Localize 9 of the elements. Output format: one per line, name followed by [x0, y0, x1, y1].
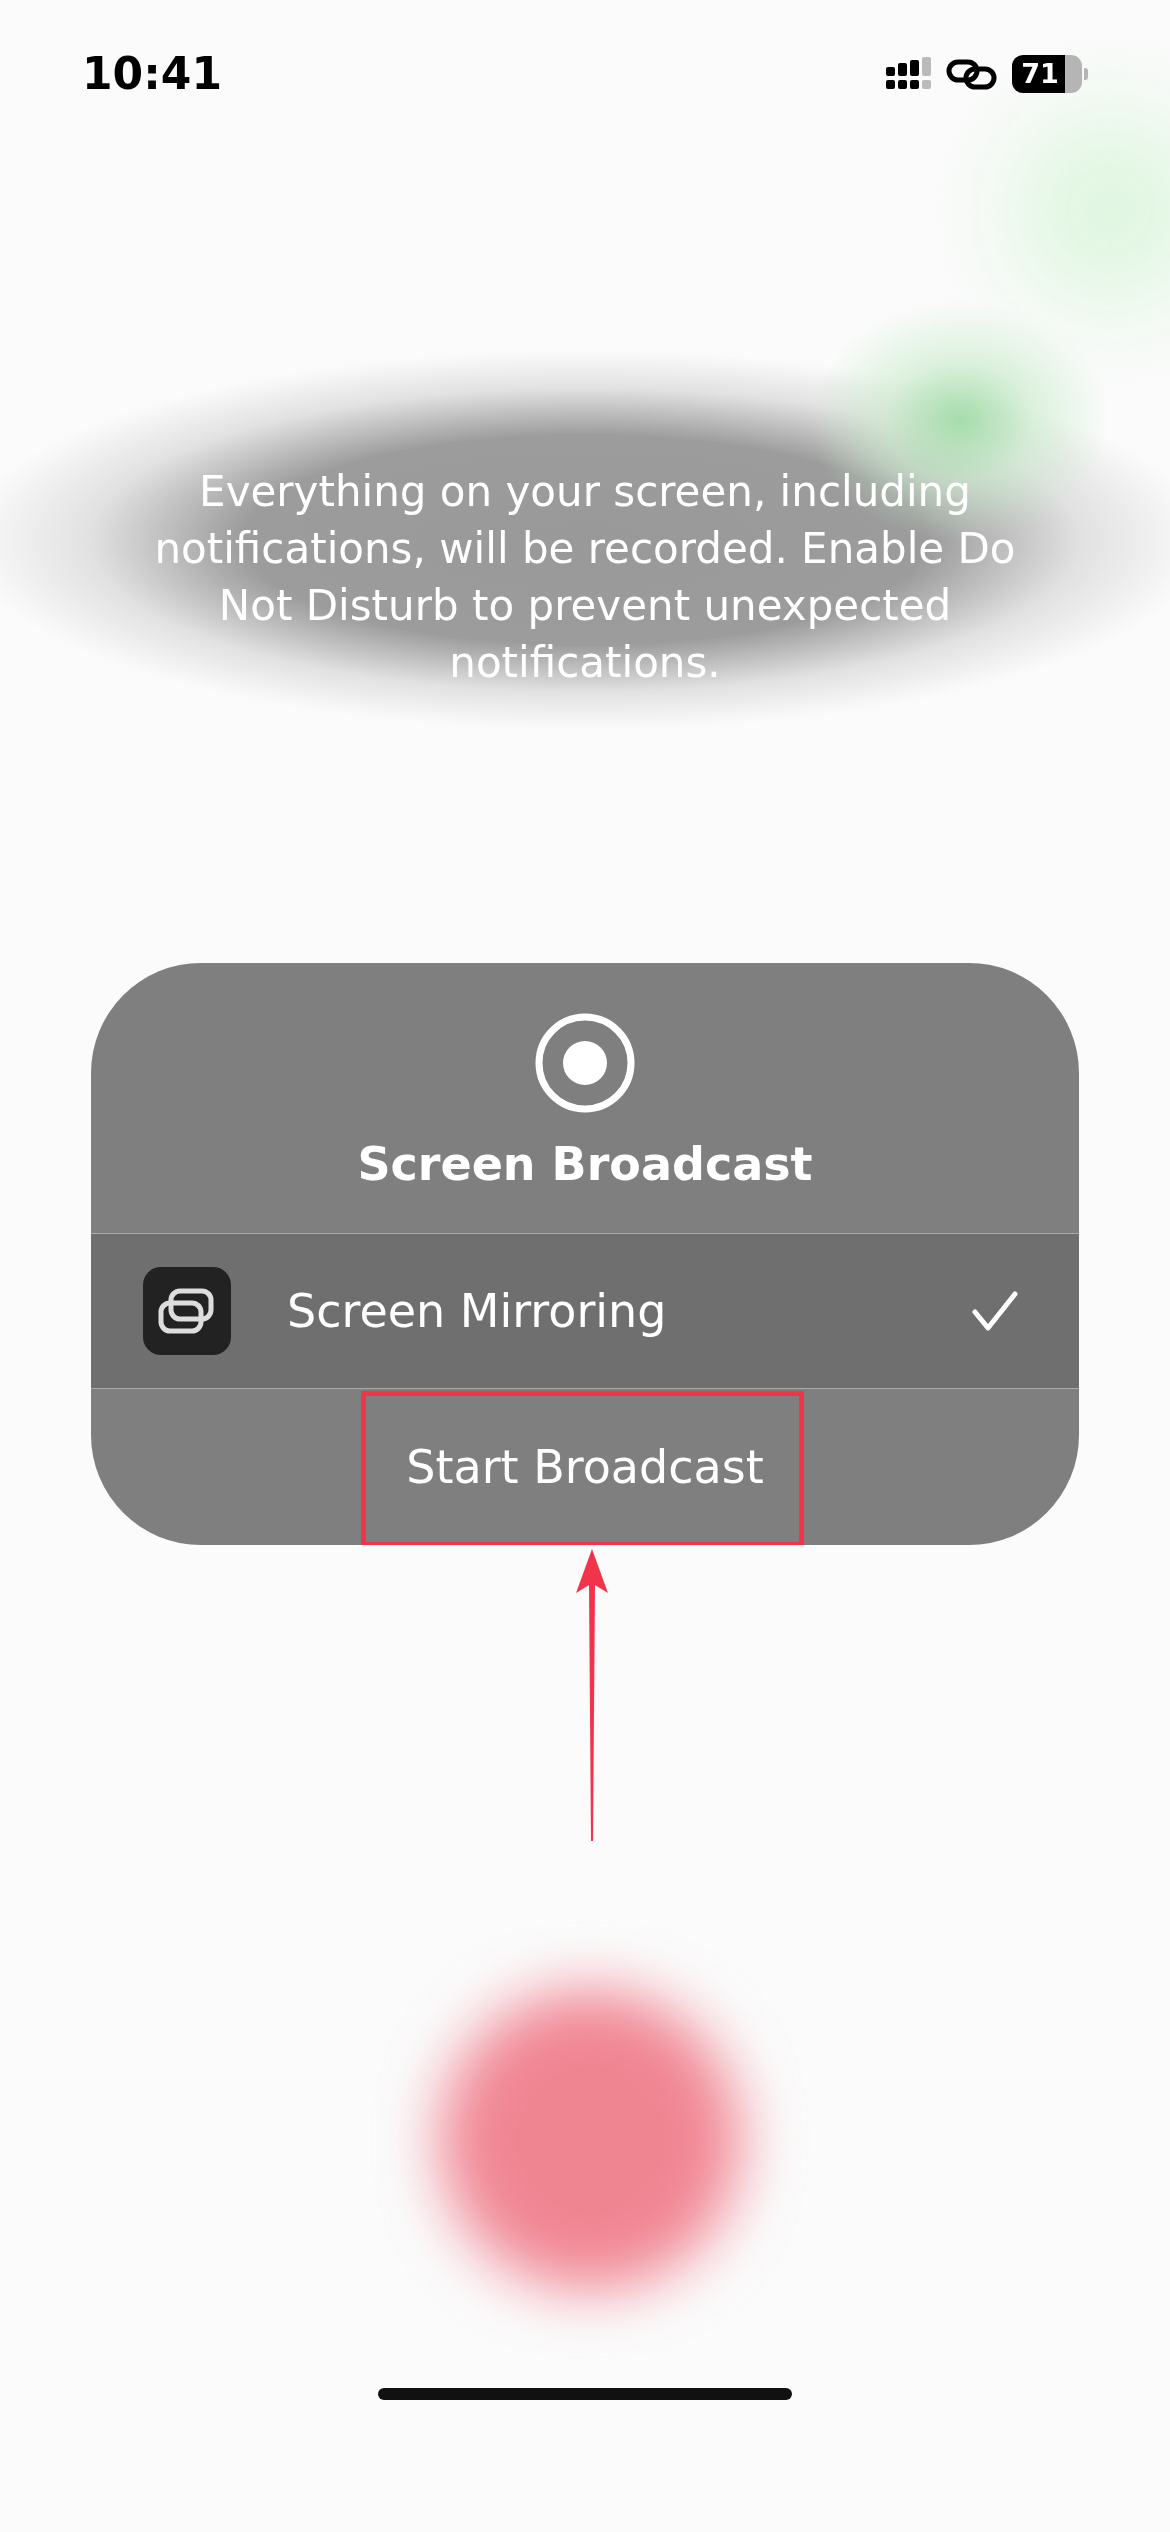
option-row[interactable]: Screen Mirroring [91, 1233, 1079, 1389]
app-icon [143, 1267, 231, 1355]
signal-icon [886, 56, 932, 91]
message-text: Everything on your screen, including notifications, will be recorded. Enable Do Not Disturb to prevent unexpected notifications. [153, 466, 1017, 689]
record-icon [535, 1013, 635, 1113]
option-label: Screen Mirroring [287, 1284, 668, 1338]
start-broadcast-button[interactable]: Start Broadcast [396, 1420, 774, 1514]
sheet-title: Screen Broadcast [357, 1137, 813, 1191]
status-time: 10:41 [82, 48, 223, 99]
